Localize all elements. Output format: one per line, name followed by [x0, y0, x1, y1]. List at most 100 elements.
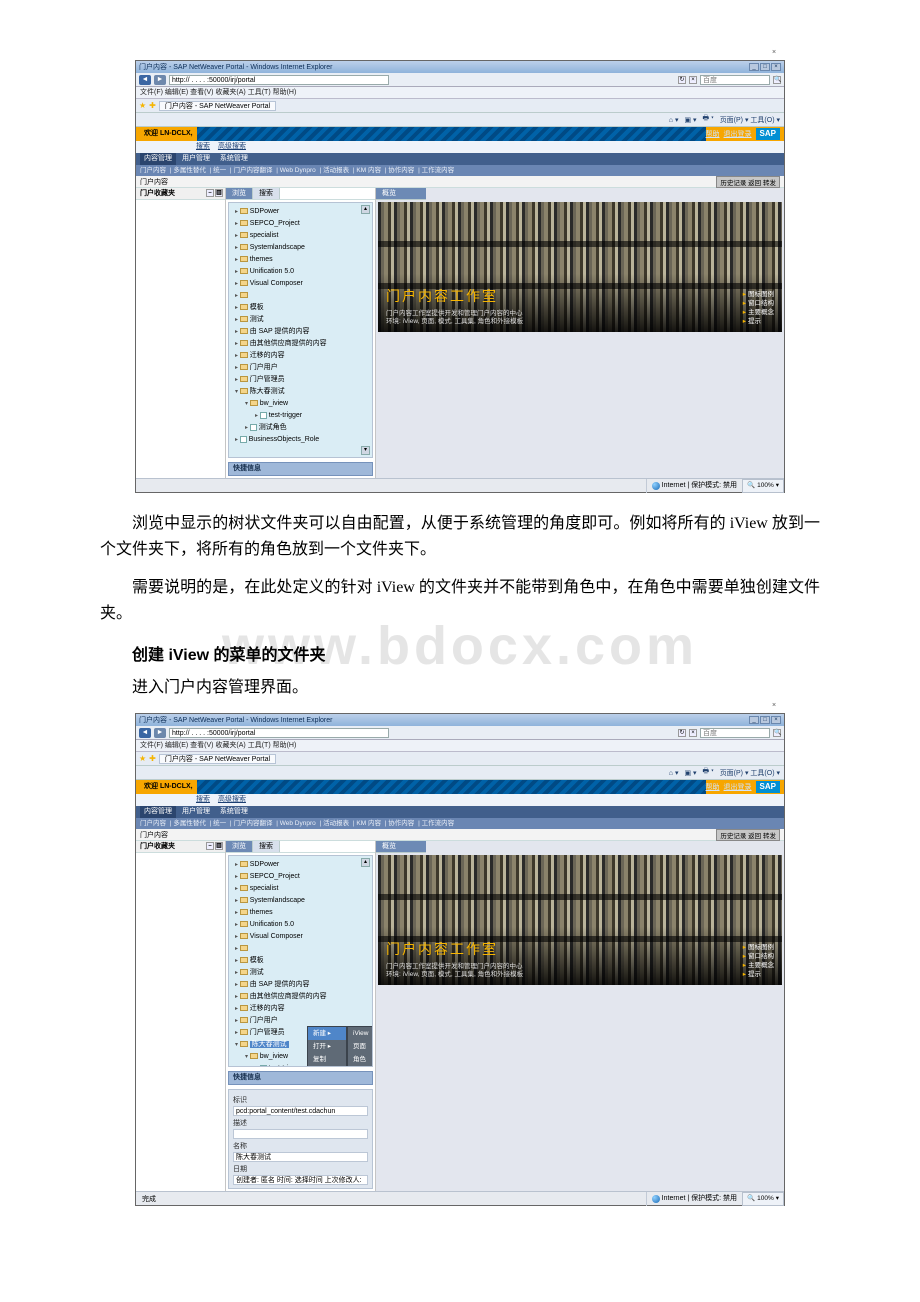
- hero-link[interactable]: 提示: [743, 317, 774, 326]
- browser-tab[interactable]: 门户内容 - SAP NetWeaver Portal: [159, 101, 276, 111]
- ctx-new[interactable]: 新建 ▸: [308, 1027, 346, 1040]
- prop-date-value[interactable]: 创建者: 匿名 时间: 选择时间 上次修改人: 选择: [233, 1175, 368, 1185]
- hero-link[interactable]: 图标图例: [743, 290, 774, 299]
- url-input[interactable]: http:// . . . . :50000/irj/portal: [169, 75, 389, 85]
- search-go-button[interactable]: 🔍: [773, 76, 781, 84]
- logoff-link[interactable]: 退出登录: [724, 782, 752, 792]
- print-icon[interactable]: 🖶 ▾: [703, 767, 714, 778]
- tab-content-mgmt[interactable]: 内容管理: [140, 806, 176, 818]
- advanced-search-link[interactable]: 高级搜索: [218, 143, 246, 150]
- panel-min-icon[interactable]: –: [206, 189, 214, 197]
- refresh-button[interactable]: ↻: [678, 76, 686, 84]
- tab-user-mgmt[interactable]: 用户管理: [178, 153, 214, 165]
- subnav-item[interactable]: 工作流内容: [422, 167, 455, 174]
- context-menu[interactable]: 新建 ▸ 打开 ▸ 复制 刷新 更改标识 删除 属性: [307, 1026, 347, 1067]
- search-input[interactable]: 百度: [700, 75, 770, 85]
- hero-link[interactable]: 主要概念: [743, 961, 774, 970]
- logoff-link[interactable]: 退出登录: [724, 129, 752, 139]
- close-icon[interactable]: ×: [772, 702, 782, 712]
- tree-selection[interactable]: 陈大春测试: [250, 1041, 289, 1048]
- tab-search[interactable]: 搜索: [253, 841, 280, 852]
- ie-menubar[interactable]: 文件(F) 编辑(E) 查看(V) 收藏夹(A) 工具(T) 帮助(H): [136, 87, 784, 99]
- content-tree[interactable]: ▴ SDPower SEPCO_Project specialist Syste…: [228, 855, 373, 1067]
- content-tree[interactable]: ▴ SDPower SEPCO_Project specialist Syste…: [228, 202, 373, 458]
- search-link[interactable]: 搜索: [196, 796, 210, 803]
- search-input[interactable]: 百度: [700, 728, 770, 738]
- scroll-up-icon[interactable]: ▴: [361, 205, 370, 214]
- hero-link[interactable]: 窗口结构: [743, 299, 774, 308]
- ctx-copy[interactable]: 复制: [308, 1053, 346, 1066]
- subnav-item[interactable]: KM 内容: [356, 820, 381, 827]
- subnav-item[interactable]: 门户内容: [140, 167, 166, 174]
- search-link[interactable]: 搜索: [196, 143, 210, 150]
- subnav-item[interactable]: 工作流内容: [422, 820, 455, 827]
- subnav-item[interactable]: KM 内容: [356, 167, 381, 174]
- minimize-button[interactable]: _: [749, 63, 759, 71]
- close-button[interactable]: ×: [771, 716, 781, 724]
- tab-sys-mgmt[interactable]: 系统管理: [216, 806, 252, 818]
- zoom-control[interactable]: 🔍 100% ▾: [742, 479, 784, 493]
- subnav-item[interactable]: 门户内容翻译: [233, 820, 272, 827]
- ctx-sub-page[interactable]: 页面: [348, 1040, 373, 1053]
- hero-link[interactable]: 图标图例: [743, 943, 774, 952]
- prop-name-value[interactable]: 陈大春测试: [233, 1152, 368, 1162]
- history-control[interactable]: 历史记录 返回 转发: [716, 176, 780, 188]
- ctx-sub-role[interactable]: 角色: [348, 1053, 373, 1066]
- subnav-item[interactable]: 多属性替代: [173, 820, 206, 827]
- subnav-item[interactable]: 活动报表: [323, 167, 349, 174]
- browser-tab[interactable]: 门户内容 - SAP NetWeaver Portal: [159, 754, 276, 764]
- page-menu[interactable]: 页面(P) ▾ 工具(O) ▾: [720, 115, 780, 125]
- favorites-icon[interactable]: ★: [139, 101, 146, 110]
- quick-info-bar[interactable]: 快捷信息: [228, 462, 373, 476]
- tab-sys-mgmt[interactable]: 系统管理: [216, 153, 252, 165]
- help-link[interactable]: 帮助: [706, 782, 720, 792]
- history-control[interactable]: 历史记录 返回 转发: [716, 829, 780, 841]
- refresh-button[interactable]: ↻: [678, 729, 686, 737]
- scroll-down-icon[interactable]: ▾: [361, 446, 370, 455]
- tab-user-mgmt[interactable]: 用户管理: [178, 806, 214, 818]
- subnav-item[interactable]: 协作内容: [388, 167, 414, 174]
- maximize-button[interactable]: □: [760, 63, 770, 71]
- advanced-search-link[interactable]: 高级搜索: [218, 796, 246, 803]
- home-icon[interactable]: ⌂ ▾: [669, 769, 679, 777]
- back-button[interactable]: ◄: [139, 75, 151, 85]
- subnav-item[interactable]: 统一: [213, 167, 226, 174]
- tab-browse[interactable]: 浏览: [226, 188, 253, 199]
- feed-icon[interactable]: ▣ ▾: [684, 116, 696, 124]
- panel-min-icon[interactable]: –: [206, 842, 214, 850]
- subnav-item[interactable]: 门户内容翻译: [233, 167, 272, 174]
- ctx-sub-iview[interactable]: iView: [348, 1027, 373, 1040]
- tab-content-mgmt[interactable]: 内容管理: [140, 153, 176, 165]
- subnav-item[interactable]: Web Dynpro: [280, 820, 316, 827]
- hero-link[interactable]: 提示: [743, 970, 774, 979]
- zoom-control[interactable]: 🔍 100% ▾: [742, 1192, 784, 1206]
- stop-button[interactable]: ×: [689, 729, 697, 737]
- prop-id-value[interactable]: pcd:portal_content/test.cdachun: [233, 1106, 368, 1116]
- quick-info-bar[interactable]: 快捷信息: [228, 1071, 373, 1085]
- panel-opt-icon[interactable]: ▥: [215, 189, 223, 197]
- minimize-button[interactable]: _: [749, 716, 759, 724]
- search-go-button[interactable]: 🔍: [773, 729, 781, 737]
- forward-button[interactable]: ►: [154, 728, 166, 738]
- prop-desc-value[interactable]: [233, 1129, 368, 1139]
- scroll-up-icon[interactable]: ▴: [361, 858, 370, 867]
- subnav-item[interactable]: 活动报表: [323, 820, 349, 827]
- ctx-open[interactable]: 打开 ▸: [308, 1040, 346, 1053]
- close-button[interactable]: ×: [771, 63, 781, 71]
- tab-browse[interactable]: 浏览: [226, 841, 253, 852]
- subnav-item[interactable]: 多属性替代: [173, 167, 206, 174]
- tab-search[interactable]: 搜索: [253, 188, 280, 199]
- subnav-item[interactable]: 统一: [213, 820, 226, 827]
- stop-button[interactable]: ×: [689, 76, 697, 84]
- feed-icon[interactable]: ▣ ▾: [684, 769, 696, 777]
- favorites-icon[interactable]: ★: [139, 754, 146, 763]
- ie-menubar[interactable]: 文件(F) 编辑(E) 查看(V) 收藏夹(A) 工具(T) 帮助(H): [136, 740, 784, 752]
- add-favorite-icon[interactable]: ✚: [149, 101, 156, 110]
- url-input[interactable]: http:// . . . . :50000/irj/portal: [169, 728, 389, 738]
- add-favorite-icon[interactable]: ✚: [149, 754, 156, 763]
- maximize-button[interactable]: □: [760, 716, 770, 724]
- overview-tab[interactable]: 概览: [376, 841, 426, 853]
- panel-opt-icon[interactable]: ▥: [215, 842, 223, 850]
- subnav-item[interactable]: 协作内容: [388, 820, 414, 827]
- context-submenu[interactable]: iView 页面 角色 工作集 布局 文件夹: [347, 1026, 373, 1067]
